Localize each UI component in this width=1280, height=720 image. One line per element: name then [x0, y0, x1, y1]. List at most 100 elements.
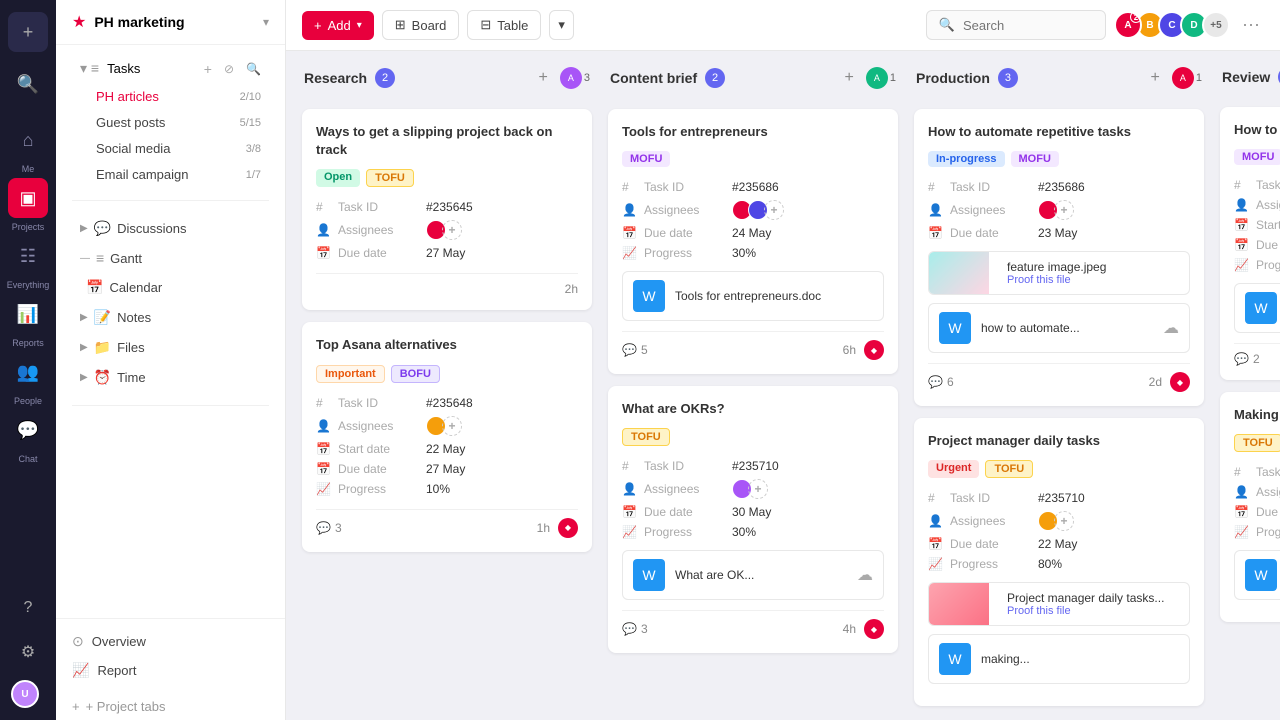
person-icon: 👤 — [928, 514, 942, 528]
comment-count-2: 3 — [335, 521, 342, 535]
people-button[interactable]: 👥 — [8, 352, 48, 392]
assignee-avatars-6: + — [1038, 511, 1074, 531]
more-menu-button[interactable]: ⋯ — [1238, 11, 1264, 40]
project-header[interactable]: ★ PH marketing ▾ — [56, 0, 285, 45]
more-views-button[interactable]: ▾ — [549, 10, 574, 40]
chat-button[interactable]: 💬 — [8, 410, 48, 450]
row-assignees-6: 👤 Assignees + — [928, 508, 1190, 534]
discussions-icon: 💬 — [94, 220, 111, 237]
table-button[interactable]: ⊟ Table — [467, 10, 541, 40]
projects-button[interactable]: ▣ — [8, 178, 48, 218]
nav-sidebar: ★ PH marketing ▾ ▾ ≡ Tasks + ⊘ 🔍 PH arti… — [56, 0, 286, 720]
everything-button[interactable]: ☷ — [8, 236, 48, 276]
card-title-6: Project manager daily tasks — [928, 432, 1190, 450]
overview-item[interactable]: ⊙ Overview — [72, 627, 269, 656]
discussions-header[interactable]: ▶ 💬 Discussions — [64, 214, 277, 243]
add-assignee-6[interactable]: + — [1054, 511, 1074, 531]
add-project-tabs[interactable]: + + Project tabs — [56, 693, 285, 720]
time-badge-2: 1h — [537, 521, 550, 535]
column-header-production: Production 3 + A 1 — [914, 67, 1204, 97]
add-button[interactable]: + — [8, 12, 48, 52]
report-item[interactable]: 📈 Report — [72, 656, 269, 685]
assignees-label: Assignees — [338, 419, 418, 433]
add-assignee-1[interactable]: + — [442, 220, 462, 240]
email-campaign-label: Email campaign — [96, 167, 246, 182]
sidebar-item-ph-articles[interactable]: PH articles 2/10 — [64, 84, 277, 109]
person-icon: 👤 — [622, 203, 636, 217]
calendar-header[interactable]: 📅 Calendar — [64, 273, 277, 302]
card-tags-7: MOFU — [1234, 149, 1280, 165]
research-add-button[interactable]: + — [535, 67, 552, 89]
tag-mofu-3: MOFU — [622, 151, 670, 167]
proof-link-6[interactable]: Proof this file — [1007, 605, 1181, 617]
task-id-label: Task ID — [950, 491, 1030, 505]
due-date-value-6: 22 May — [1038, 537, 1190, 551]
doc-icon-4: W — [633, 559, 665, 591]
column-header-review: Review 2 — [1220, 67, 1280, 95]
board-button[interactable]: ⊞ Board — [382, 10, 460, 40]
gantt-header[interactable]: — ≡ Gantt — [64, 244, 277, 272]
upload-icon: ☁ — [857, 565, 873, 585]
time-header[interactable]: ▶ ⏰ Time — [64, 363, 277, 392]
sidebar-item-email-campaign[interactable]: Email campaign 1/7 — [64, 162, 277, 187]
assignees-label: Assignees — [338, 223, 418, 237]
attachment-info-5b: how to automate... — [981, 321, 1153, 335]
reports-button[interactable]: 📊 — [8, 294, 48, 334]
sidebar-item-guest-posts[interactable]: Guest posts 5/15 — [64, 110, 277, 135]
card-title-5: How to automate repetitive tasks — [928, 123, 1190, 141]
add-assignee-4[interactable]: + — [748, 479, 768, 499]
thumb-image-5 — [929, 252, 989, 294]
add-assignee-5[interactable]: + — [1054, 200, 1074, 220]
assignee-avatars-4: + — [732, 479, 768, 499]
thumb-attachment-5: feature image.jpeg Proof this file — [928, 251, 1190, 295]
card-better-deadlines: How to better h... deadlines as a... MOF… — [1220, 107, 1280, 380]
due-date-value-2: 27 May — [426, 462, 578, 476]
user-avatar[interactable]: U — [11, 680, 39, 708]
row-assignees-5: 👤 Assignees + — [928, 197, 1190, 223]
time-icon: ⏰ — [94, 369, 111, 386]
chevron-down-icon: ▾ — [263, 15, 269, 29]
calendar-icon: 📅 — [1234, 505, 1248, 519]
task-id-label: Task ID — [338, 200, 418, 214]
comment-button-4[interactable]: 💬 3 — [622, 622, 648, 636]
tasks-filter-icon[interactable]: ⊘ — [224, 62, 234, 76]
hash-icon: # — [1234, 178, 1248, 192]
card-footer-2: 💬 3 1h — [316, 509, 578, 538]
due-date-label: Due date — [950, 226, 1030, 240]
home-button[interactable]: ⌂ — [8, 120, 48, 160]
tasks-search-icon[interactable]: 🔍 — [246, 62, 261, 76]
files-header[interactable]: ▶ 📁 Files — [64, 333, 277, 362]
row-task-id-7: # Task ID — [1234, 175, 1280, 195]
notes-header[interactable]: ▶ 📝 Notes — [64, 303, 277, 332]
comment-button-5[interactable]: 💬 6 — [928, 375, 954, 389]
review-title: Review — [1222, 69, 1270, 85]
search-input[interactable] — [963, 18, 1093, 33]
comment-icon: 💬 — [1234, 352, 1249, 366]
tasks-add-icon[interactable]: + — [204, 61, 212, 77]
comment-button-7[interactable]: 💬 2 — [1234, 352, 1260, 366]
comment-button-2[interactable]: 💬 3 — [316, 521, 342, 535]
content-brief-add-button[interactable]: + — [841, 67, 858, 89]
tasks-header[interactable]: ▾ ≡ Tasks + ⊘ 🔍 — [64, 54, 277, 83]
priority-dot-2 — [558, 518, 578, 538]
hash-icon: # — [316, 200, 330, 214]
progress-icon: 📈 — [928, 557, 942, 571]
row-progress-8: 📈 Progress — [1234, 522, 1280, 542]
add-label: Add — [328, 18, 351, 33]
add-assignee-2[interactable]: + — [442, 416, 462, 436]
proof-link-5[interactable]: Proof this file — [1007, 274, 1181, 286]
comment-button-3[interactable]: 💬 5 — [622, 343, 648, 357]
add-button[interactable]: + Add ▾ — [302, 11, 374, 40]
sidebar-item-social-media[interactable]: Social media 3/8 — [64, 136, 277, 161]
help-button[interactable]: ? — [8, 588, 48, 628]
settings-button[interactable]: ⚙ — [8, 632, 48, 672]
gantt-label: Gantt — [110, 251, 261, 266]
thumb-info-6: Project manager daily tasks... Proof thi… — [999, 583, 1189, 625]
production-add-button[interactable]: + — [1147, 67, 1164, 89]
projects-label: Projects — [12, 222, 45, 232]
search-button[interactable]: 🔍 — [8, 64, 48, 104]
add-assignee-3[interactable]: + — [764, 200, 784, 220]
report-label: Report — [97, 663, 136, 678]
reports-label: Reports — [12, 338, 44, 348]
attachment-info-6b: making... — [981, 652, 1179, 666]
